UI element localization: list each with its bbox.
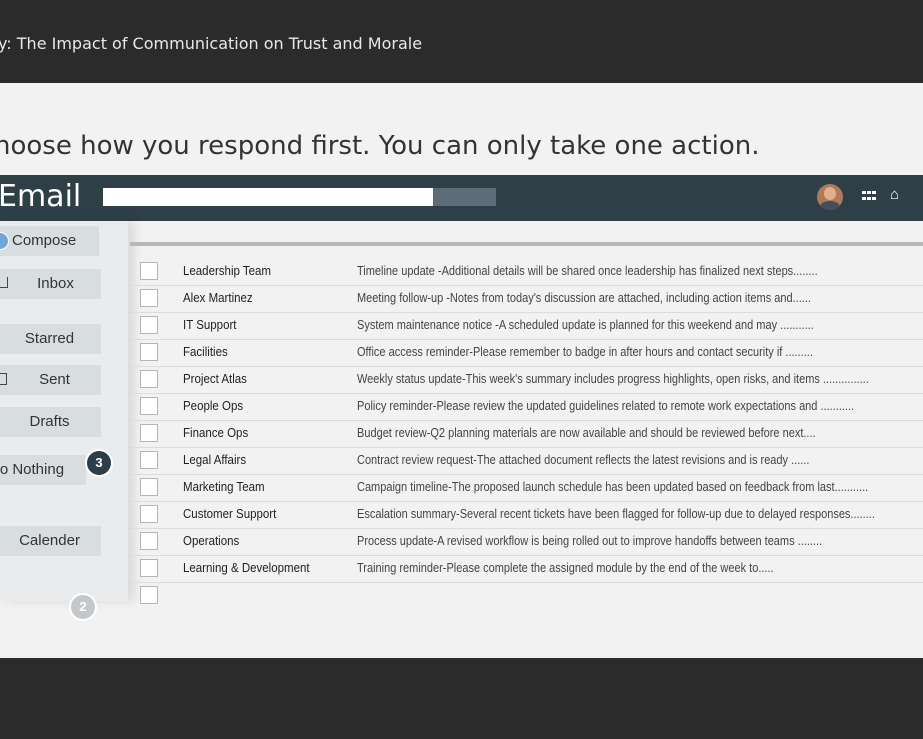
message-sender: Marketing Team <box>183 480 265 494</box>
message-row[interactable]: Facilities Office access reminder-Please … <box>128 339 923 367</box>
message-preview: Policy reminder-Please review the update… <box>357 399 855 413</box>
user-avatar[interactable] <box>817 184 843 210</box>
message-checkbox[interactable] <box>140 289 158 307</box>
send-icon <box>0 373 7 385</box>
message-checkbox[interactable] <box>140 370 158 388</box>
sent-button[interactable]: Sent <box>0 365 101 395</box>
starred-label: Starred <box>24 330 75 347</box>
message-row[interactable]: Finance Ops Budget review-Q2 planning mat… <box>128 420 923 448</box>
message-checkbox[interactable] <box>140 559 158 577</box>
message-row[interactable]: Legal Affairs Contract review request-The… <box>128 447 923 475</box>
message-sender: Customer Support <box>183 507 277 521</box>
compose-button[interactable]: Compose <box>0 226 99 256</box>
message-checkbox[interactable] <box>140 478 158 496</box>
instruction-text: hoose how you respond first. You can onl… <box>0 131 760 161</box>
message-sender: Facilities <box>183 345 228 359</box>
message-preview: Campaign timeline-The proposed launch sc… <box>357 480 869 494</box>
home-icon[interactable]: ⌂ <box>890 187 899 202</box>
message-preview: Weekly status update-This week's summary… <box>357 372 869 386</box>
message-checkbox[interactable] <box>140 451 158 469</box>
message-row[interactable]: Project Atlas Weekly status update-This w… <box>128 366 923 394</box>
message-checkbox[interactable] <box>140 397 158 415</box>
inbox-button[interactable]: Inbox <box>0 269 101 299</box>
sent-label: Sent <box>39 371 70 388</box>
message-row[interactable]: People Ops Policy reminder-Please review … <box>128 393 923 421</box>
message-preview: Budget review-Q2 planning materials are … <box>357 426 816 440</box>
apps-grid-icon[interactable] <box>862 191 876 202</box>
search-input[interactable] <box>103 188 433 206</box>
message-checkbox[interactable] <box>140 343 158 361</box>
calender-badge: 2 <box>69 593 97 621</box>
do-nothing-badge: 3 <box>85 449 113 477</box>
message-sender: People Ops <box>183 399 244 413</box>
message-row-empty[interactable] <box>128 582 923 609</box>
inbox-icon <box>0 277 8 288</box>
search-bar[interactable] <box>103 188 496 206</box>
player-footer <box>0 658 923 739</box>
message-checkbox[interactable] <box>140 424 158 442</box>
message-row[interactable]: Marketing Team Campaign timeline-The prop… <box>128 474 923 502</box>
message-checkbox[interactable] <box>140 262 158 280</box>
starred-button[interactable]: Starred <box>0 324 101 354</box>
message-sender: Leadership Team <box>183 264 272 278</box>
message-checkbox[interactable] <box>140 532 158 550</box>
message-row[interactable]: Alex Martinez Meeting follow-up -Notes fr… <box>128 285 923 313</box>
course-title: y: The Impact of Communication on Trust … <box>0 34 423 53</box>
message-preview: Office access reminder-Please remember t… <box>357 345 813 359</box>
message-sender: Finance Ops <box>183 426 249 440</box>
list-header-rule <box>130 242 923 246</box>
message-checkbox[interactable] <box>140 586 158 604</box>
message-checkbox[interactable] <box>140 316 158 334</box>
message-row[interactable]: Leadership Team Timeline update -Addition… <box>128 258 923 286</box>
course-title-bar: y: The Impact of Communication on Trust … <box>0 0 923 83</box>
message-sender: Alex Martinez <box>183 291 253 305</box>
email-sidebar: Compose Inbox Starred Sent Drafts Do Not… <box>0 221 128 621</box>
email-app-title: Email <box>0 179 82 214</box>
message-sender: Legal Affairs <box>183 453 247 467</box>
message-preview: Training reminder-Please complete the as… <box>357 561 774 575</box>
message-row[interactable]: Customer Support Escalation summary-Sever… <box>128 501 923 529</box>
message-sender: IT Support <box>183 318 237 332</box>
message-row[interactable]: Learning & Development Training reminder-… <box>128 555 923 583</box>
calender-label: Calender <box>19 532 80 549</box>
compose-label: Compose <box>12 232 77 249</box>
scenario-stage: hoose how you respond first. You can onl… <box>0 83 923 658</box>
message-checkbox[interactable] <box>140 505 158 523</box>
calender-button[interactable]: Calender <box>0 526 101 556</box>
message-preview: Process update-A revised workflow is bei… <box>357 534 823 548</box>
do-nothing-button[interactable]: Do Nothing <box>0 455 86 485</box>
message-preview: Contract review request-The attached doc… <box>357 453 810 467</box>
message-preview: Meeting follow-up -Notes from today's di… <box>357 291 811 305</box>
message-sender: Learning & Development <box>183 561 310 575</box>
drafts-button[interactable]: Drafts <box>0 407 101 437</box>
drafts-label: Drafts <box>29 413 70 430</box>
message-preview: Escalation summary-Several recent ticket… <box>357 507 875 521</box>
do-nothing-label: Do Nothing <box>0 461 65 478</box>
inbox-label: Inbox <box>37 275 74 292</box>
message-preview: System maintenance notice -A scheduled u… <box>357 318 814 332</box>
message-sender: Project Atlas <box>183 372 247 386</box>
compose-icon <box>0 232 9 250</box>
message-preview: Timeline update -Additional details will… <box>357 264 818 278</box>
message-sender: Operations <box>183 534 240 548</box>
message-row[interactable]: IT Support System maintenance notice -A s… <box>128 312 923 340</box>
message-row[interactable]: Operations Process update-A revised workf… <box>128 528 923 556</box>
